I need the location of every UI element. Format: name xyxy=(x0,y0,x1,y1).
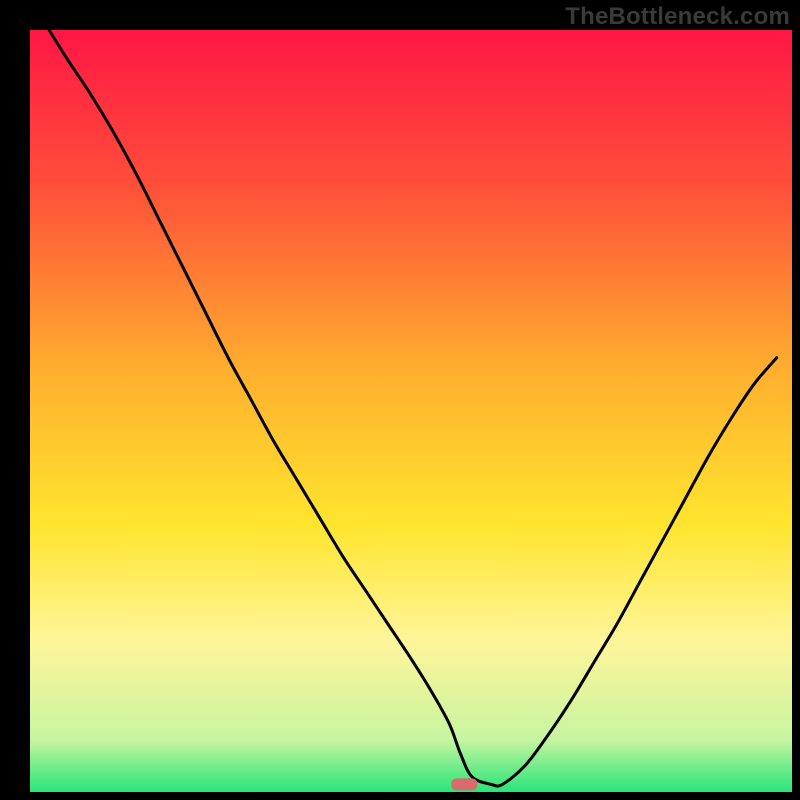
chart-frame: TheBottleneck.com xyxy=(0,0,800,800)
bottleneck-chart xyxy=(0,0,800,800)
watermark: TheBottleneck.com xyxy=(565,3,790,31)
plot-background xyxy=(30,30,792,792)
optimal-point-marker xyxy=(451,778,477,790)
